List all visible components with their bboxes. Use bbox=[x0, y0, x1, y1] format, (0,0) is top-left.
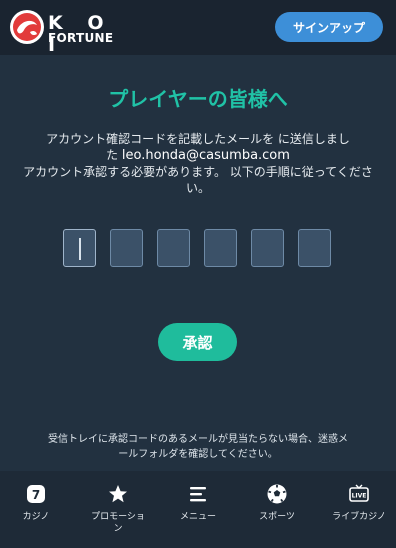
notice-line-1: 受信トレイに承認コードのあるメールが見当たらない場合、迷惑メ bbox=[48, 434, 348, 445]
nav-label-live-casino: ライブカジノ bbox=[332, 512, 386, 522]
message-line-1: アカウント確認コードを記載したメールを に送信しまし bbox=[46, 132, 350, 146]
message-line-2-prefix: た bbox=[106, 148, 119, 162]
soccer-ball-icon bbox=[267, 484, 287, 504]
koi-fish-logo-icon bbox=[10, 10, 44, 44]
nav-item-sports[interactable]: スポーツ bbox=[242, 471, 312, 548]
code-digit-1[interactable] bbox=[63, 229, 96, 267]
message-line-3: アカウント承認する必要があります。 以下の手順に従ってくださ bbox=[23, 165, 373, 179]
code-digit-4[interactable] bbox=[204, 229, 237, 267]
bottom-nav: 7 カジノ プロモーショ ン メニュー スポーツ LIVE ライブカジノ bbox=[0, 471, 396, 548]
live-tv-icon: LIVE bbox=[349, 484, 369, 502]
nav-item-casino[interactable]: 7 カジノ bbox=[0, 471, 72, 548]
casino-icon: 7 bbox=[27, 485, 45, 503]
nav-label-menu: メニュー bbox=[179, 512, 216, 522]
koi-fortune-logo[interactable]: K O I FORTUNE bbox=[8, 8, 128, 56]
code-digit-6[interactable] bbox=[298, 229, 331, 267]
nav-label-sports: スポーツ bbox=[259, 512, 295, 522]
notice-line-2: ールフォルダを確認してください。 bbox=[118, 449, 278, 460]
header: K O I FORTUNE サインアップ bbox=[0, 0, 396, 56]
nav-item-promotions[interactable]: プロモーショ ン bbox=[78, 471, 158, 548]
verification-message: アカウント確認コードを記載したメールを に送信しまし た leo.honda@c… bbox=[4, 131, 392, 196]
text-caret bbox=[79, 238, 81, 260]
message-line-4: い。 bbox=[185, 181, 210, 195]
code-digit-5[interactable] bbox=[251, 229, 284, 267]
verification-code-input bbox=[63, 229, 335, 269]
email-address: leo.honda@casumba.com bbox=[121, 148, 290, 163]
svg-text:7: 7 bbox=[32, 488, 40, 502]
nav-label-casino: カジノ bbox=[22, 512, 50, 522]
code-digit-3[interactable] bbox=[157, 229, 190, 267]
signup-button[interactable]: サインアップ bbox=[275, 12, 383, 42]
logo-text-fortune: FORTUNE bbox=[48, 31, 114, 45]
spam-folder-notice: 受信トレイに承認コードのあるメールが見当たらない場合、迷惑メ ールフォルダを確認… bbox=[22, 432, 374, 462]
nav-item-menu[interactable]: メニュー bbox=[163, 471, 233, 548]
page-title: プレイヤーの皆様へ bbox=[108, 87, 288, 111]
code-digit-2[interactable] bbox=[110, 229, 143, 267]
nav-item-live-casino[interactable]: LIVE ライブカジノ bbox=[322, 471, 396, 548]
nav-label-promotions: プロモーショ ン bbox=[91, 512, 145, 534]
star-icon bbox=[109, 485, 127, 503]
menu-icon bbox=[190, 487, 206, 502]
message-line-2: た leo.honda@casumba.com bbox=[4, 147, 392, 164]
approve-button[interactable]: 承認 bbox=[158, 323, 237, 361]
svg-text:LIVE: LIVE bbox=[352, 493, 367, 500]
